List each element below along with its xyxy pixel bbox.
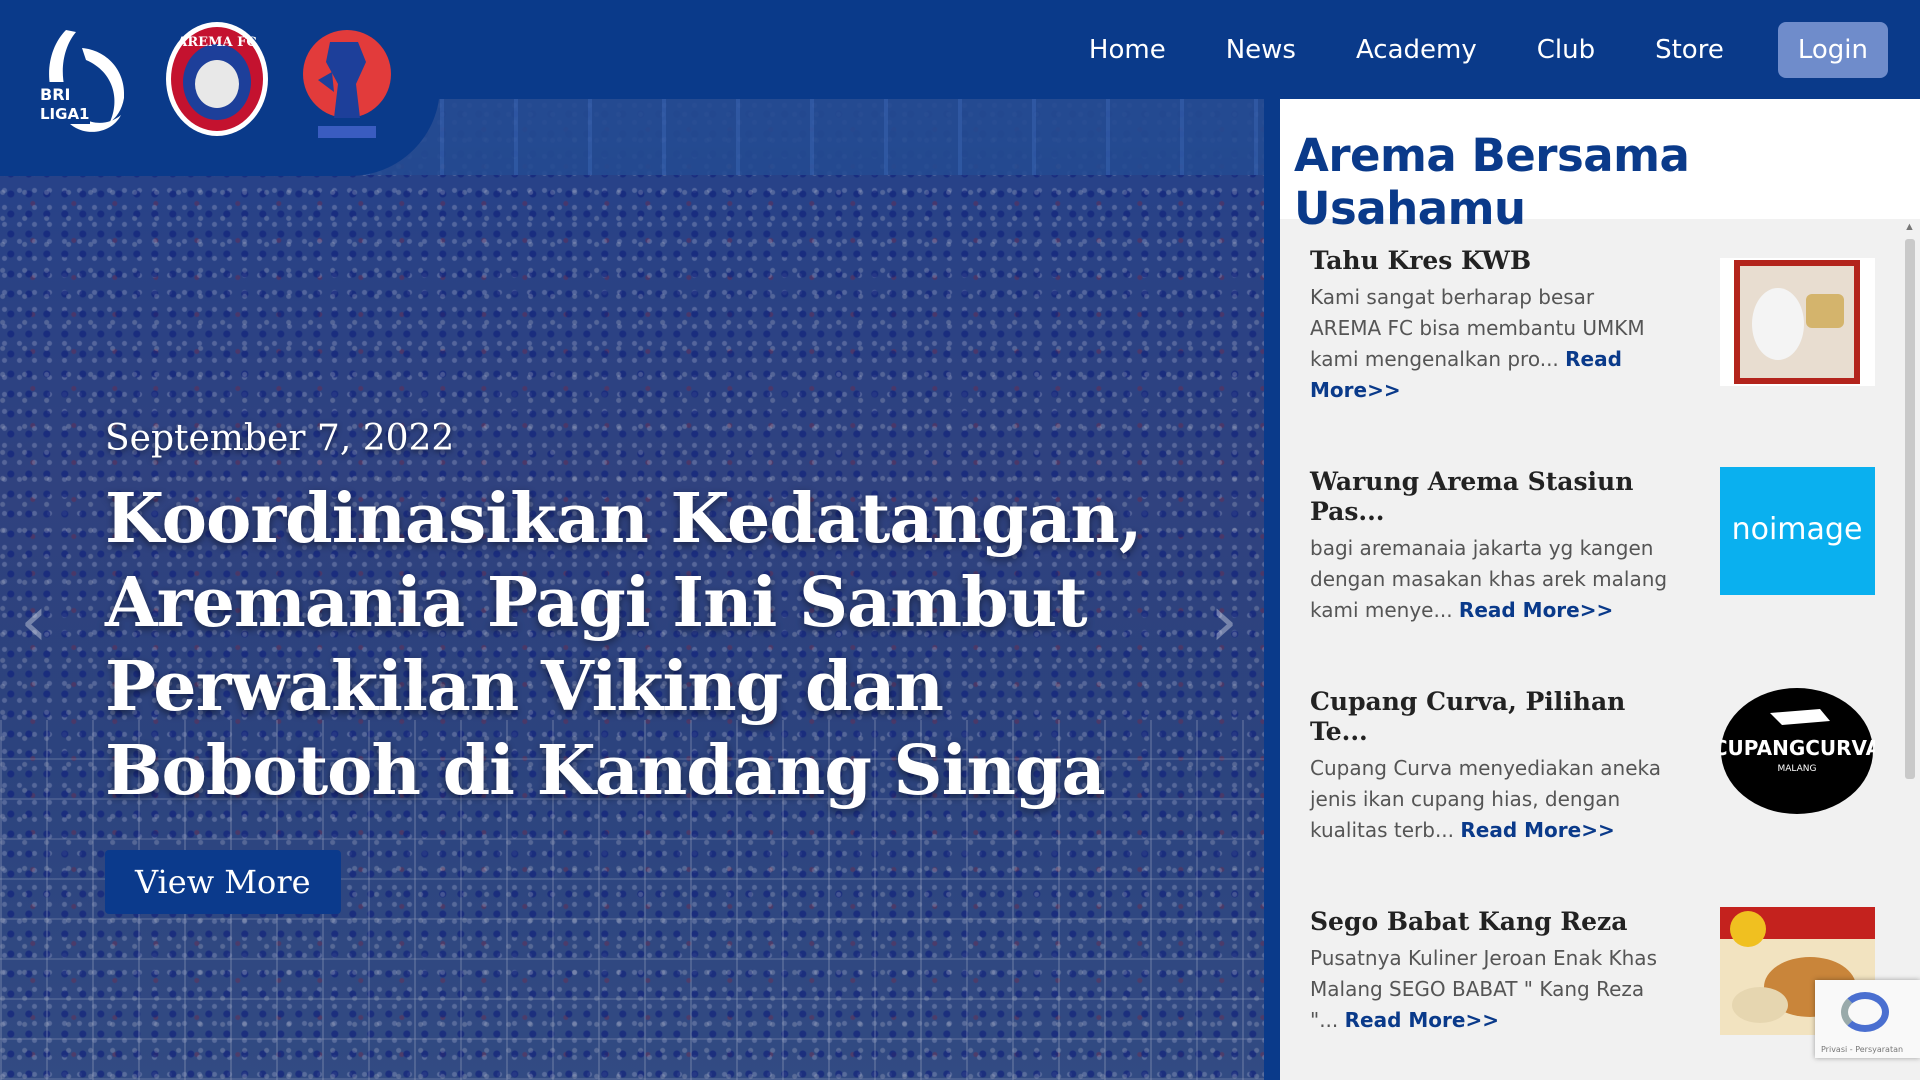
list-item[interactable]: Cupang Curva, Pilihan Te... Cupang Curva…	[1310, 687, 1875, 846]
umkm-sidebar: Arema Bersama Usahamu Tahu Kres KWB Kami…	[1280, 99, 1920, 1080]
nav-academy[interactable]: Academy	[1356, 35, 1477, 65]
nav-club[interactable]: Club	[1537, 35, 1595, 65]
svg-text:CUPANGCURVA: CUPANGCURVA	[1720, 736, 1875, 760]
item-thumbnail-tahu[interactable]	[1720, 258, 1875, 386]
item-thumbnail-cupangcurva[interactable]: CUPANGCURVA MALANG	[1720, 687, 1875, 815]
singo-edan-mascot-logo[interactable]	[300, 22, 394, 146]
carousel-prev-icon[interactable]: ‹	[20, 580, 48, 662]
nav-store[interactable]: Store	[1655, 35, 1724, 65]
list-item[interactable]: Tahu Kres KWB Kami sangat berharap besar…	[1310, 246, 1875, 406]
recaptcha-icon	[1841, 992, 1889, 1032]
view-more-button[interactable]: View More	[105, 850, 341, 914]
recaptcha-privacy-link[interactable]: Privasi - Persyaratan	[1821, 1045, 1903, 1054]
item-title[interactable]: Sego Babat Kang Reza	[1310, 907, 1670, 937]
read-more-link[interactable]: Read More>>	[1459, 598, 1613, 622]
svg-text:MALANG: MALANG	[1777, 764, 1816, 774]
svg-text:BRI: BRI	[40, 85, 70, 104]
scroll-up-icon[interactable]: ▲	[1904, 221, 1915, 233]
sidebar-header: Arema Bersama Usahamu	[1280, 99, 1920, 235]
scrollbar-thumb[interactable]	[1905, 239, 1915, 779]
read-more-link[interactable]: Read More>>	[1345, 1008, 1499, 1032]
nav-home[interactable]: Home	[1089, 35, 1166, 65]
hero-title: Koordinasikan Kedatangan, Aremania Pagi …	[105, 479, 1143, 811]
nav-news[interactable]: News	[1226, 35, 1296, 65]
sidebar-scrollbar[interactable]: ▲	[1900, 219, 1918, 1079]
logo-area: BRI LIGA1 AREMA FC	[0, 0, 440, 176]
item-title[interactable]: Warung Arema Stasiun Pas...	[1310, 467, 1670, 527]
svg-text:AREMA FC: AREMA FC	[176, 35, 256, 50]
svg-text:noimage: noimage	[1732, 512, 1863, 547]
item-title[interactable]: Tahu Kres KWB	[1310, 246, 1670, 276]
item-excerpt: Kami sangat berharap besar AREMA FC bisa…	[1310, 285, 1645, 402]
arema-fc-logo[interactable]: AREMA FC	[164, 20, 270, 138]
hero-date: September 7, 2022	[105, 418, 455, 459]
list-item[interactable]: Warung Arema Stasiun Pas... bagi aremana…	[1310, 467, 1875, 626]
item-excerpt: Cupang Curva menyediakan aneka jenis ika…	[1310, 756, 1661, 842]
login-button[interactable]: Login	[1777, 22, 1888, 78]
main-nav: Home News Academy Club Store Login	[1029, 22, 1888, 78]
hero-content: September 7, 2022 Koordinasikan Kedatang…	[105, 418, 1225, 914]
sidebar-title: Arema Bersama Usahamu	[1294, 129, 1690, 235]
item-thumbnail-noimage[interactable]: noimage	[1720, 467, 1875, 595]
item-excerpt: bagi aremanaia jakarta yg kangen dengan …	[1310, 536, 1668, 622]
item-excerpt: Pusatnya Kuliner Jeroan Enak Khas Malang…	[1310, 946, 1657, 1032]
bri-liga1-logo[interactable]: BRI LIGA1	[36, 20, 128, 142]
svg-text:LIGA1: LIGA1	[40, 105, 90, 123]
list-item[interactable]: Sego Babat Kang Reza Pusatnya Kuliner Je…	[1310, 907, 1875, 1036]
recaptcha-badge[interactable]: Privasi - Persyaratan	[1815, 980, 1920, 1058]
item-title[interactable]: Cupang Curva, Pilihan Te...	[1310, 687, 1670, 747]
read-more-link[interactable]: Read More>>	[1460, 818, 1614, 842]
